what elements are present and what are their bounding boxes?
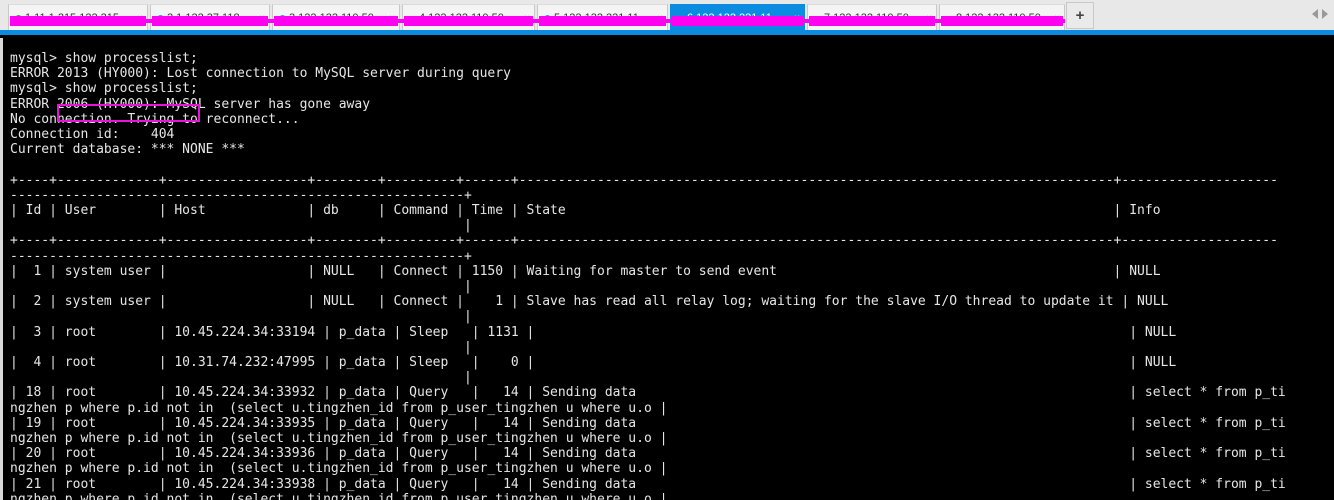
tab-status-icon: [279, 14, 286, 22]
tab-8[interactable]: 8.122.122.110.50 ×: [939, 4, 1065, 31]
terminal-output: mysql> show processlist; ERROR 2013 (HY0…: [10, 51, 1286, 500]
tab-title: 7.122.122.110.50: [824, 12, 909, 24]
tab-close-icon[interactable]: ×: [389, 13, 395, 24]
tab-title: 2.1.122.37.118: [167, 12, 240, 24]
tab-status-icon: [544, 14, 551, 22]
tab-close-icon[interactable]: ×: [259, 13, 265, 24]
tab-title: 8.122.122.110.50: [956, 12, 1041, 24]
terminal-pane[interactable]: mysql> show processlist; ERROR 2013 (HY0…: [0, 38, 1334, 500]
tab-status-icon: [946, 15, 953, 22]
tab-status-icon: [409, 15, 416, 22]
tab-close-icon[interactable]: ×: [926, 13, 932, 24]
chevron-left-icon[interactable]: [1312, 9, 1318, 19]
tab-title: 1.11.1.215.122.215: [25, 12, 119, 24]
tab-status-icon: [157, 14, 164, 22]
tab-title: 3.122.122.110.50: [289, 12, 374, 24]
tab-status-icon: [15, 14, 22, 22]
tab-close-icon[interactable]: ×: [794, 13, 800, 24]
tab-status-icon: [677, 15, 684, 22]
tab-title: 4.122.122.110.50: [419, 12, 504, 24]
plus-icon: +: [1075, 7, 1085, 24]
tab-close-icon[interactable]: ×: [657, 13, 663, 24]
tab-status-icon: [814, 15, 821, 22]
tab-2[interactable]: 2.1.122.37.118 ×: [150, 4, 270, 31]
tab-close-icon[interactable]: ×: [524, 13, 530, 24]
tab-close-icon[interactable]: ×: [1054, 13, 1060, 24]
tab-6[interactable]: 6.122.122.221.11 ×: [670, 4, 805, 31]
tab-close-icon[interactable]: ×: [137, 13, 143, 24]
chevron-right-icon[interactable]: [1322, 9, 1328, 19]
terminal-window: 1.11.1.215.122.215 × 2.1.122.37.118 × 3.122.…: [0, 0, 1334, 500]
terminal-left-gutter: [0, 38, 3, 500]
tab-bar: 1.11.1.215.122.215 × 2.1.122.37.118 × 3.122.…: [0, 0, 1334, 31]
tab-7[interactable]: 7.122.122.110.50 ×: [807, 4, 937, 31]
tab-5[interactable]: 5.122.122.221.11 ×: [537, 4, 668, 31]
tab-scroll-arrows[interactable]: [1312, 9, 1328, 19]
tab-4[interactable]: 4.122.122.110.50 ×: [402, 4, 535, 31]
tab-1[interactable]: 1.11.1.215.122.215 ×: [8, 4, 148, 31]
tab-title: 5.122.122.221.11: [554, 12, 639, 24]
new-tab-button[interactable]: +: [1066, 2, 1094, 29]
tab-title: 6.122.122.221.11: [687, 12, 772, 24]
tab-3[interactable]: 3.122.122.110.50 ×: [272, 4, 400, 31]
